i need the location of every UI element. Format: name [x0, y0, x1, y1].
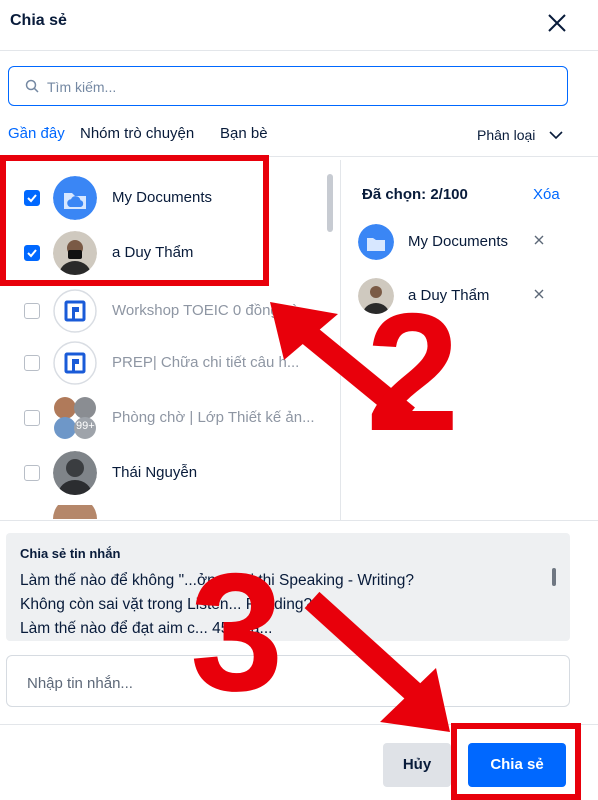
annotation-arrow-icon: [304, 591, 450, 732]
clear-selection-link[interactable]: Xóa: [533, 186, 560, 203]
annotation-step-number: 2: [366, 278, 460, 466]
checkbox[interactable]: [24, 355, 40, 371]
close-icon[interactable]: [544, 10, 570, 36]
search-input[interactable]: [45, 75, 549, 99]
avatar: [53, 505, 97, 519]
search-box[interactable]: [8, 66, 568, 106]
checkbox[interactable]: [24, 465, 40, 481]
contact-list-scrollbar[interactable]: [327, 174, 333, 232]
search-icon: [25, 79, 39, 93]
avatar: [53, 451, 97, 495]
contact-row[interactable]: Thái Nguyễn: [0, 446, 340, 501]
chevron-down-icon[interactable]: [548, 128, 564, 142]
preview-scrollbar[interactable]: [552, 568, 556, 586]
checkbox[interactable]: [24, 303, 40, 319]
tab-recent[interactable]: Gần đây: [8, 125, 65, 142]
remove-icon[interactable]: [532, 233, 546, 247]
dialog-title: Chia sẻ: [10, 12, 67, 29]
message-input[interactable]: [25, 671, 549, 695]
prep-logo-icon: [53, 341, 97, 385]
annotation-highlight-box: [0, 155, 269, 286]
tab-friends[interactable]: Bạn bè: [220, 125, 268, 142]
header-divider: [0, 50, 598, 51]
shared-message-preview: Chia sẻ tin nhắn Làm thế nào để không ".…: [6, 533, 570, 641]
list-divider: [0, 520, 598, 521]
selected-name: My Documents: [408, 233, 509, 250]
checkbox[interactable]: [24, 410, 40, 426]
prep-logo-icon: [53, 289, 97, 333]
cancel-button[interactable]: Hủy: [383, 743, 451, 787]
annotation-step-number: 3: [190, 538, 284, 726]
contact-name: Thái Nguyễn: [112, 464, 198, 481]
annotation-highlight-box: [451, 723, 581, 800]
sort-dropdown[interactable]: Phân loại: [477, 127, 535, 143]
group-avatar: 99+: [53, 396, 97, 440]
shared-message-title: Chia sẻ tin nhắn: [20, 546, 121, 561]
member-count-badge: 99+: [76, 420, 95, 432]
remove-icon[interactable]: [532, 287, 546, 301]
message-box[interactable]: [6, 655, 570, 707]
cloud-folder-icon: [358, 224, 394, 260]
selected-count: Đã chọn: 2/100: [362, 186, 468, 203]
tab-group-chats[interactable]: Nhóm trò chuyện: [80, 125, 194, 142]
selected-item: My Documents: [355, 224, 575, 264]
